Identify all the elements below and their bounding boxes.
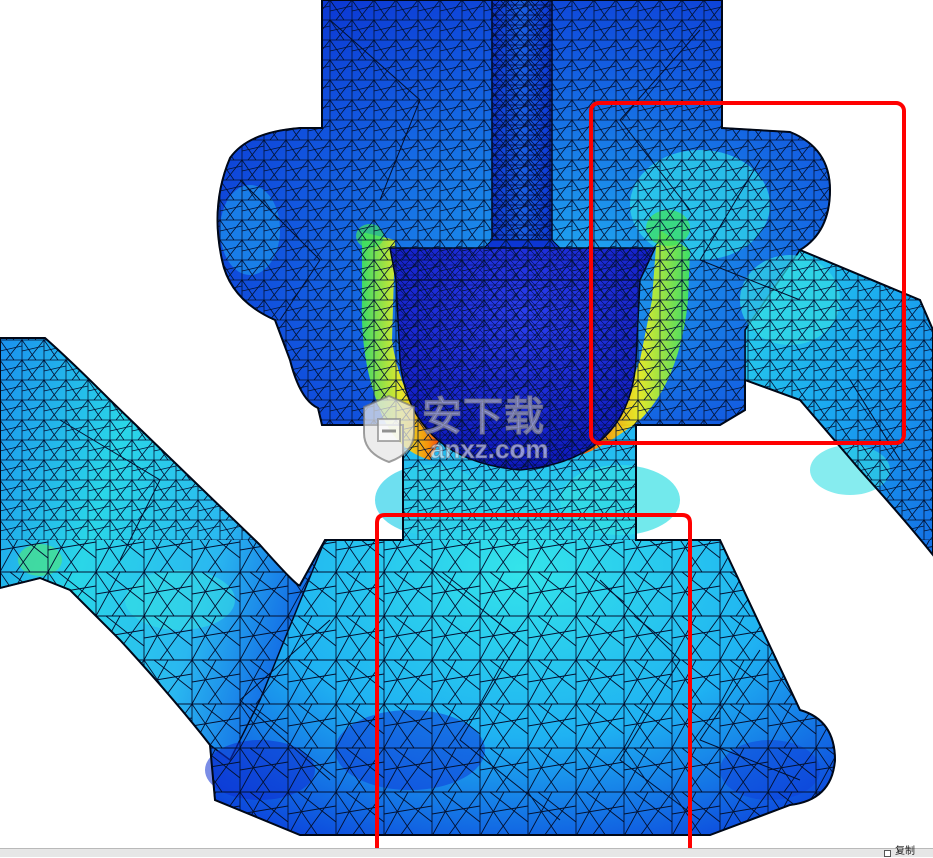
shield-logo-icon	[363, 394, 415, 464]
status-bar: 复制	[0, 846, 933, 857]
watermark-title: 安下载	[422, 395, 545, 440]
copy-checkbox[interactable]	[884, 850, 891, 857]
watermark: 安下载 anxz.com	[358, 393, 573, 468]
watermark-domain: anxz.com	[430, 434, 549, 464]
stem-mesh	[492, 0, 552, 240]
copy-label: 复制	[895, 846, 915, 857]
fea-viewport[interactable]: 安下载 anxz.com	[0, 0, 933, 848]
